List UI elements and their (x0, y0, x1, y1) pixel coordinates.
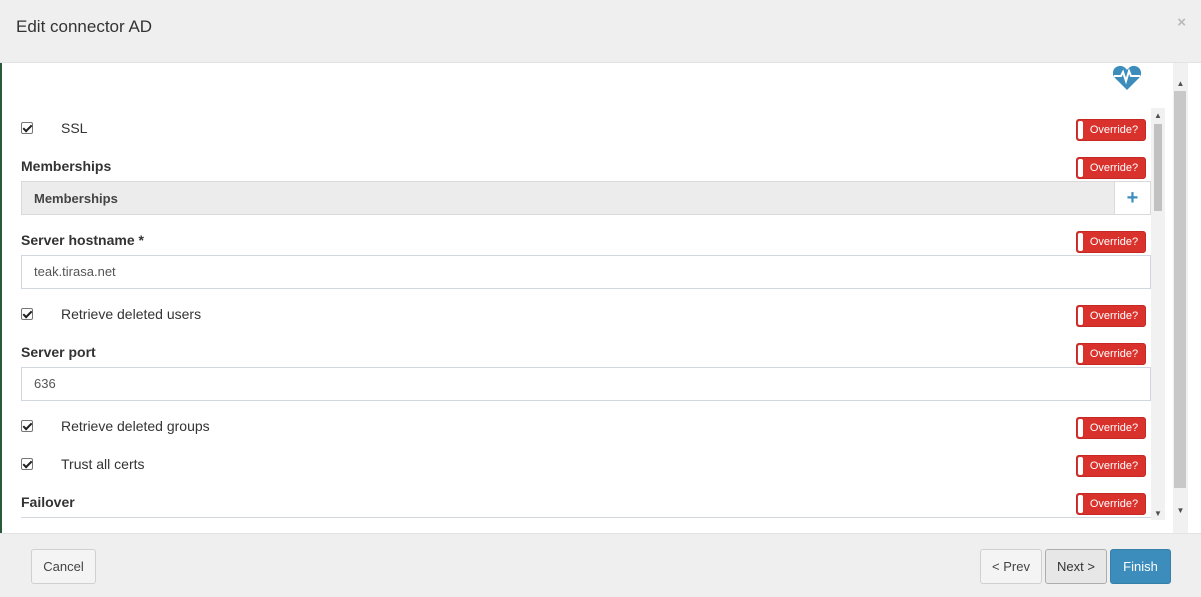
retrieve-deleted-groups-checkbox[interactable] (21, 420, 33, 432)
server-port-input[interactable]: 636 (21, 367, 1151, 401)
failover-label: Failover (21, 494, 75, 510)
form-scrollbar[interactable]: ▲ ▼ (1151, 108, 1165, 520)
scroll-up-arrow-icon[interactable]: ▲ (1151, 108, 1165, 122)
modal-scrollbar[interactable]: ▲ ▼ (1173, 63, 1188, 533)
ssl-checkbox[interactable] (21, 122, 33, 134)
finish-button[interactable]: Finish (1110, 549, 1171, 584)
memberships-panel-title: Memberships (34, 191, 118, 206)
memberships-label: Memberships (21, 158, 112, 174)
modal-footer: Cancel < Prev Next > Finish (0, 533, 1201, 597)
memberships-panel: Memberships + (21, 181, 1151, 215)
cancel-button[interactable]: Cancel (31, 549, 96, 584)
failover-field-edge (21, 517, 1151, 518)
ssl-override-toggle[interactable]: Override? (1076, 119, 1146, 141)
failover-override-toggle[interactable]: Override? (1076, 493, 1146, 515)
trust-all-certs-checkbox[interactable] (21, 458, 33, 470)
form-scrollbar-thumb[interactable] (1154, 124, 1162, 211)
form-scroll-area[interactable]: SSL Override? Memberships Override? Memb… (0, 108, 1201, 520)
server-hostname-input[interactable]: teak.tirasa.net (21, 255, 1151, 289)
add-membership-button[interactable]: + (1114, 181, 1151, 215)
trust-all-certs-label: Trust all certs (61, 456, 145, 472)
scroll-down-arrow-icon[interactable]: ▼ (1151, 506, 1165, 520)
ssl-label: SSL (61, 120, 88, 136)
modal-scroll-down-arrow-icon[interactable]: ▼ (1173, 503, 1188, 517)
server-port-label: Server port (21, 344, 96, 360)
retrieve-deleted-users-override-toggle[interactable]: Override? (1076, 305, 1146, 327)
retrieve-deleted-users-checkbox[interactable] (21, 308, 33, 320)
next-button[interactable]: Next > (1045, 549, 1107, 584)
prev-button[interactable]: < Prev (980, 549, 1042, 584)
modal-header: Edit connector AD × (0, 0, 1201, 63)
close-icon[interactable]: × (1177, 14, 1186, 31)
plus-icon: + (1126, 186, 1139, 209)
server-hostname-override-toggle[interactable]: Override? (1076, 231, 1146, 253)
modal-scrollbar-thumb[interactable] (1174, 91, 1186, 488)
retrieve-deleted-groups-label: Retrieve deleted groups (61, 418, 210, 434)
retrieve-deleted-users-label: Retrieve deleted users (61, 306, 202, 322)
server-port-override-toggle[interactable]: Override? (1076, 343, 1146, 365)
trust-all-certs-override-toggle[interactable]: Override? (1076, 455, 1146, 477)
modal-scroll-up-arrow-icon[interactable]: ▲ (1173, 76, 1188, 90)
server-hostname-label: Server hostname * (21, 232, 144, 248)
modal-title: Edit connector AD (16, 17, 153, 36)
heart-pulse-icon[interactable] (1112, 64, 1142, 92)
retrieve-deleted-groups-override-toggle[interactable]: Override? (1076, 417, 1146, 439)
memberships-override-toggle[interactable]: Override? (1076, 157, 1146, 179)
